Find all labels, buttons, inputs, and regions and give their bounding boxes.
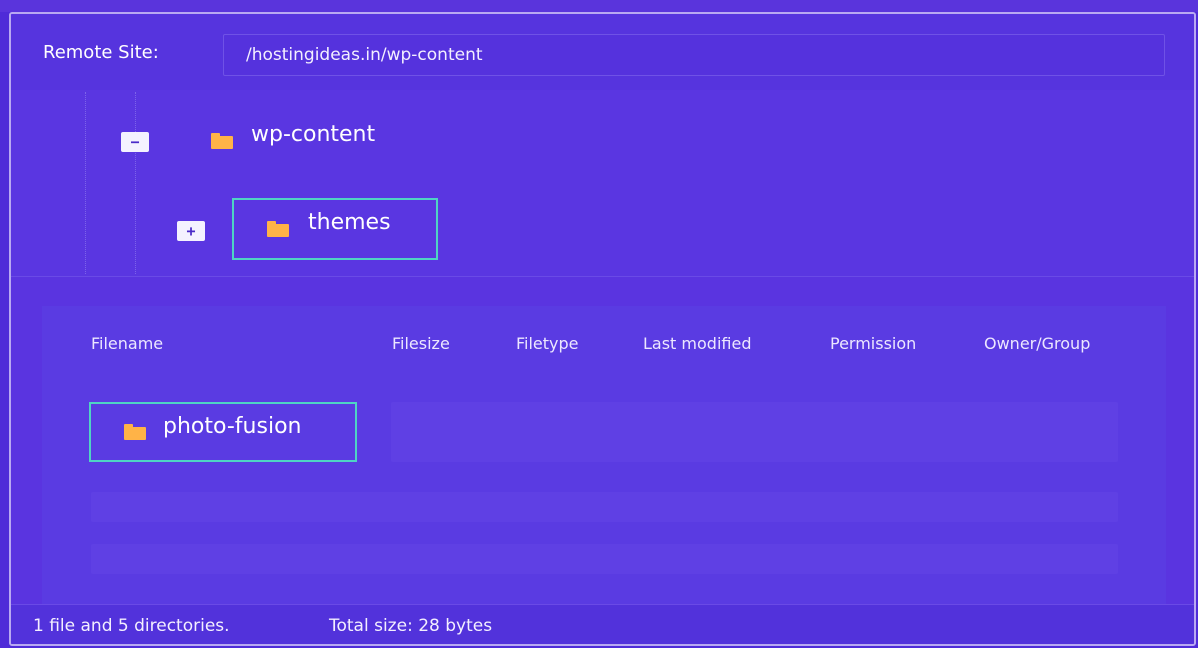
tree-guide-line — [135, 92, 136, 274]
folder-icon — [211, 133, 233, 149]
column-header-last-modified[interactable]: Last modified — [643, 334, 751, 353]
collapse-toggle-wp-content[interactable]: − — [121, 132, 149, 152]
status-bar: 1 file and 5 directories. Total size: 28… — [11, 604, 1194, 644]
table-row-empty — [91, 544, 1118, 574]
column-header-filename[interactable]: Filename — [91, 334, 163, 353]
expand-toggle-themes[interactable]: + — [177, 221, 205, 241]
table-row-empty — [91, 492, 1118, 522]
file-row-photo-fusion[interactable]: photo-fusion — [163, 414, 301, 439]
remote-path-input[interactable]: /hostingideas.in/wp-content — [223, 34, 1165, 76]
column-header-permission[interactable]: Permission — [830, 334, 916, 353]
column-header-filesize[interactable]: Filesize — [392, 334, 450, 353]
tree-node-themes[interactable]: themes — [308, 210, 391, 235]
tree-guide-line — [85, 92, 86, 274]
folder-icon — [124, 424, 146, 440]
remote-site-label: Remote Site: — [43, 42, 159, 63]
status-file-count: 1 file and 5 directories. — [33, 616, 230, 636]
table-row-details — [391, 402, 1118, 462]
top-strip — [0, 0, 1198, 12]
directory-tree: − wp-content + themes — [11, 90, 1194, 277]
column-header-filetype[interactable]: Filetype — [516, 334, 579, 353]
remote-panel: Remote Site: /hostingideas.in/wp-content… — [9, 12, 1196, 646]
file-listing — [42, 306, 1166, 636]
folder-icon — [267, 221, 289, 237]
status-total-size: Total size: 28 bytes — [329, 616, 493, 636]
tree-node-wp-content[interactable]: wp-content — [251, 122, 375, 147]
remote-site-bar: Remote Site: /hostingideas.in/wp-content — [11, 14, 1194, 90]
column-header-owner-group[interactable]: Owner/Group — [984, 334, 1090, 353]
